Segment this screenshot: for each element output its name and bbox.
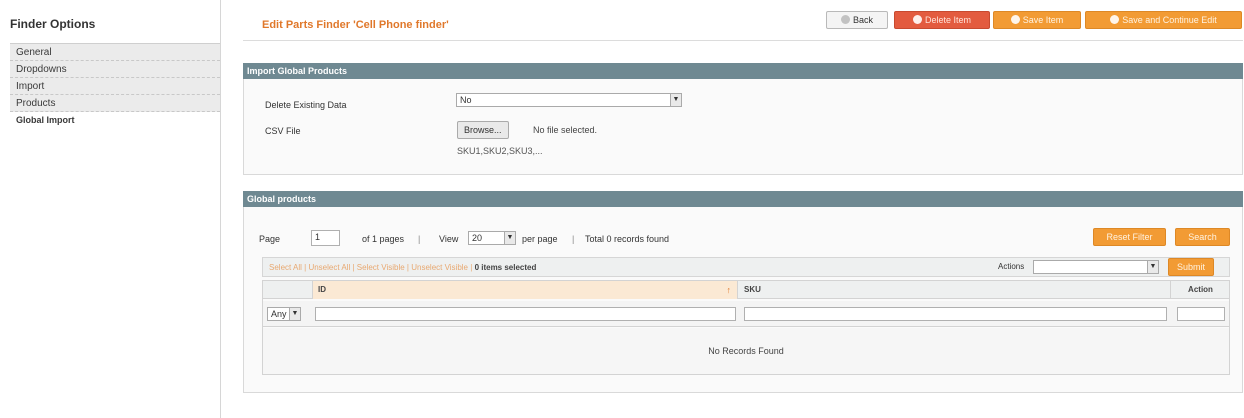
sidebar-tabs: General Dropdowns Import Products Global… [10,43,220,129]
tab-import[interactable]: Import [10,78,220,95]
massaction-links: Select All | Unselect All | Select Visib… [269,263,536,272]
sidebar: Finder Options General Dropdowns Import … [0,0,221,418]
page-number-input[interactable]: 1 [311,230,340,246]
csv-file-label: CSV File [265,126,301,136]
massaction-bar: Select All | Unselect All | Select Visib… [262,257,1230,277]
save-continue-icon [1110,15,1120,24]
delete-item-button[interactable]: Delete Item [894,11,990,29]
delete-existing-value: No [460,95,472,105]
pager-separator: | [572,234,575,244]
pager-of-pages: of 1 pages [362,234,405,244]
header-divider [243,40,1243,41]
save-item-button[interactable]: Save Item [993,11,1081,29]
id-filter-input[interactable] [315,307,736,321]
import-section-body: Delete Existing Data No ▼ CSV File Brows… [243,79,1243,175]
tab-global-import[interactable]: Global Import [10,112,220,129]
no-records-message: No Records Found [708,346,784,356]
delete-existing-select[interactable]: No ▼ [456,93,682,107]
select-visible-link[interactable]: Select Visible [357,263,405,272]
tab-general[interactable]: General [10,44,220,61]
products-section-heading: Global products [243,191,1243,207]
pager-separator: | [418,234,421,244]
records-found: Total 0 records found [585,234,670,244]
reset-filter-button[interactable]: Reset Filter [1093,228,1166,246]
massaction-separator: | [352,263,355,272]
tab-dropdowns[interactable]: Dropdowns [10,61,220,78]
per-page-value: 20 [472,233,483,243]
submit-button[interactable]: Submit [1168,258,1214,276]
unselect-visible-link[interactable]: Unselect Visible [411,263,468,272]
chevron-down-icon: ▼ [1147,261,1158,273]
action-filter-input[interactable] [1177,307,1225,321]
chevron-down-icon: ▼ [504,232,515,244]
massaction-separator: | [406,263,409,272]
back-icon [840,15,850,24]
products-grid: ID ↑ SKU Action Any ▼ No Records Found [262,280,1230,375]
back-button-label: Back [852,15,873,25]
grid-filter-row: Any ▼ [263,301,1229,327]
delete-button-label: Delete Item [924,15,972,25]
empty-row: No Records Found [263,328,1229,374]
import-section-heading: Import Global Products [243,63,1243,79]
back-button[interactable]: Back [826,11,888,29]
delete-icon [912,15,922,24]
column-id-label: ID [318,285,326,294]
pager-view-label: View [439,234,459,244]
search-button[interactable]: Search [1175,228,1230,246]
page-title: Edit Parts Finder 'Cell Phone finder' [262,19,449,31]
grid-header-row: ID ↑ SKU Action [263,281,1229,299]
csv-hint: SKU1,SKU2,SKU3,... [457,146,543,156]
save-button-label: Save Item [1022,15,1064,25]
select-all-link[interactable]: Select All [269,263,302,272]
save-icon [1010,15,1020,24]
per-page-select[interactable]: 20 ▼ [468,231,516,245]
file-status: No file selected. [533,125,598,135]
chevron-down-icon: ▼ [670,94,681,106]
massaction-separator: | [304,263,307,272]
items-selected-count: 0 items selected [474,263,537,272]
filter-any-value: Any [271,309,287,319]
checkbox-column-header [263,281,313,299]
delete-existing-label: Delete Existing Data [265,100,347,110]
tab-products[interactable]: Products [10,95,220,112]
massaction-separator: | [470,263,473,272]
filter-any-select[interactable]: Any ▼ [267,307,301,321]
actions-label: Actions [998,262,1025,271]
column-header-action: Action [1188,285,1213,294]
save-and-continue-button[interactable]: Save and Continue Edit [1085,11,1242,29]
sku-filter-input[interactable] [744,307,1167,321]
save-continue-label: Save and Continue Edit [1122,15,1217,25]
pager-per-page-label: per page [522,234,558,244]
column-header-sku[interactable]: SKU [739,281,1171,299]
column-header-id[interactable]: ID ↑ [313,281,738,299]
sort-arrow-icon: ↑ [726,285,732,295]
actions-select[interactable]: ▼ [1033,260,1159,274]
sidebar-title: Finder Options [10,17,96,31]
browse-button[interactable]: Browse... [457,121,509,139]
pager-page-label: Page [259,234,281,244]
chevron-down-icon: ▼ [289,308,300,320]
unselect-all-link[interactable]: Unselect All [308,263,350,272]
